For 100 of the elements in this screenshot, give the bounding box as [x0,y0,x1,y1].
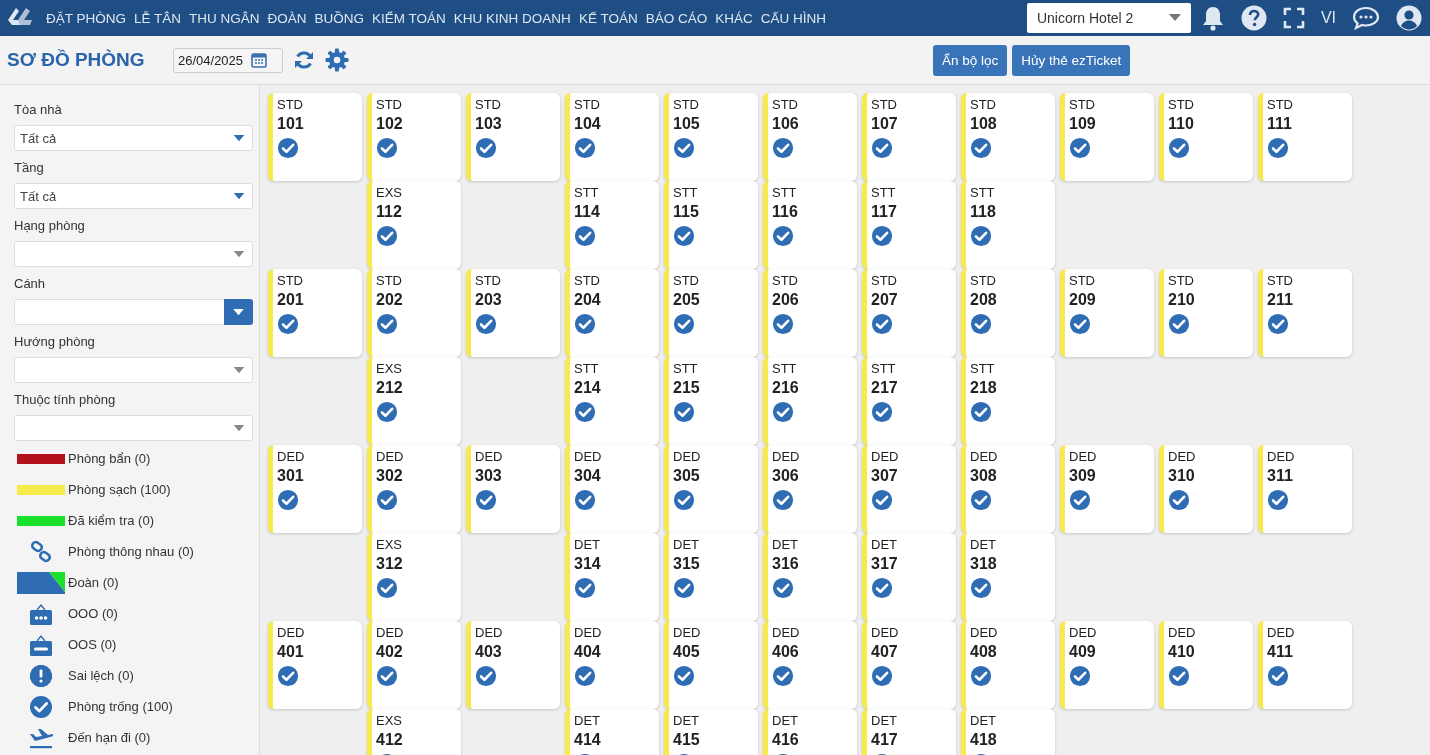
room-card[interactable]: DET 414 [565,709,659,755]
room-card[interactable]: STD 110 [1159,93,1253,181]
room-card[interactable]: DED 402 [367,621,461,709]
date-field[interactable]: 26/04/2025 [173,47,283,73]
room-card[interactable]: STD 105 [664,93,758,181]
select-field[interactable]: Tất cả [14,183,253,209]
room-card[interactable]: DET 318 [961,533,1055,621]
room-card[interactable]: STD 210 [1159,269,1253,357]
room-card[interactable]: DED 310 [1159,445,1253,533]
room-card[interactable]: STT 217 [862,357,956,445]
room-card[interactable]: STD 106 [763,93,857,181]
room-card[interactable]: DED 304 [565,445,659,533]
room-card[interactable]: STD 102 [367,93,461,181]
settings-icon[interactable] [325,48,349,72]
dropdown-button[interactable] [224,299,253,325]
room-card[interactable]: STT 118 [961,181,1055,269]
room-card[interactable]: STT 215 [664,357,758,445]
room-card[interactable]: DED 303 [466,445,560,533]
menu-item[interactable]: KẾ TOÁN [578,10,638,26]
toolbar-button[interactable]: Ẩn bộ lọc [933,44,1008,76]
room-card[interactable]: DED 401 [268,621,362,709]
bell-icon[interactable] [1200,5,1225,31]
select-field[interactable] [14,241,253,267]
hotel-select[interactable]: Unicorn Hotel 2 [1026,3,1191,33]
menu-item[interactable]: KHÁC [715,10,753,26]
room-number: 211 [1267,291,1294,309]
room-card[interactable]: DED 307 [862,445,956,533]
room-card[interactable]: DED 411 [1258,621,1352,709]
room-type: STD [1267,273,1294,288]
room-card[interactable]: DED 403 [466,621,560,709]
select-field[interactable]: Tất cả [14,125,253,151]
menu-item[interactable]: BUỒNG [314,10,365,26]
room-card[interactable]: DED 302 [367,445,461,533]
room-card[interactable]: DED 308 [961,445,1055,533]
room-card[interactable]: DED 305 [664,445,758,533]
room-card[interactable]: DED 306 [763,445,857,533]
room-card[interactable]: STD 202 [367,269,461,357]
menu-item[interactable]: BÁO CÁO [645,10,708,26]
room-card[interactable]: DET 418 [961,709,1055,755]
room-card[interactable]: STD 103 [466,93,560,181]
refresh-icon[interactable] [293,49,315,71]
room-card[interactable]: STD 211 [1258,269,1352,357]
room-card[interactable]: STT 218 [961,357,1055,445]
room-card[interactable]: STD 108 [961,93,1055,181]
room-card[interactable]: DED 301 [268,445,362,533]
select-field[interactable] [14,415,253,441]
menu-item[interactable]: KIỂM TOÁN [372,10,446,26]
select-field[interactable] [14,357,253,383]
room-card[interactable]: DET 317 [862,533,956,621]
room-card[interactable]: DED 408 [961,621,1055,709]
room-card[interactable]: EXS 412 [367,709,461,755]
menu-item[interactable]: THU NGÂN [189,10,260,26]
room-card[interactable]: DED 405 [664,621,758,709]
menu-item[interactable]: CẤU HÌNH [760,10,826,26]
room-card[interactable]: STD 203 [466,269,560,357]
room-card[interactable]: DET 417 [862,709,956,755]
help-icon[interactable] [1240,5,1267,31]
room-card[interactable]: STT 117 [862,181,956,269]
room-card[interactable]: STD 104 [565,93,659,181]
room-card[interactable]: EXS 112 [367,181,461,269]
room-card[interactable]: STD 205 [664,269,758,357]
room-card[interactable]: STT 116 [763,181,857,269]
room-card[interactable]: STD 111 [1258,93,1352,181]
room-card[interactable]: DET 314 [565,533,659,621]
room-card[interactable]: DET 315 [664,533,758,621]
room-card[interactable]: STD 101 [268,93,362,181]
room-card[interactable]: DED 404 [565,621,659,709]
room-card[interactable]: STT 214 [565,357,659,445]
room-card[interactable]: DED 309 [1060,445,1154,533]
room-card[interactable]: EXS 212 [367,357,461,445]
room-card[interactable]: STD 206 [763,269,857,357]
room-card[interactable]: STD 208 [961,269,1055,357]
room-card[interactable]: STD 201 [268,269,362,357]
menu-item[interactable]: ĐẶT PHÒNG [46,10,126,26]
room-card[interactable]: DED 410 [1159,621,1253,709]
room-card[interactable]: DET 316 [763,533,857,621]
room-card[interactable]: STD 204 [565,269,659,357]
room-card[interactable]: DED 311 [1258,445,1352,533]
menu-item[interactable]: ĐOÀN [267,10,307,26]
menu-item[interactable]: KHU KINH DOANH [453,10,571,26]
room-card[interactable]: DED 406 [763,621,857,709]
room-card[interactable]: STD 107 [862,93,956,181]
room-card[interactable]: STT 115 [664,181,758,269]
room-card[interactable]: DED 409 [1060,621,1154,709]
select-field[interactable] [14,299,253,325]
room-card[interactable]: STT 114 [565,181,659,269]
room-card[interactable]: DET 416 [763,709,857,755]
toolbar-button[interactable]: Hủy thẻ ezTicket [1012,44,1131,76]
room-card[interactable]: STT 216 [763,357,857,445]
room-card[interactable]: STD 109 [1060,93,1154,181]
room-card[interactable]: DET 415 [664,709,758,755]
room-type: DET [574,537,601,552]
room-card[interactable]: STD 207 [862,269,956,357]
room-card[interactable]: EXS 312 [367,533,461,621]
chat-icon[interactable] [1352,6,1380,30]
fullscreen-icon[interactable] [1282,7,1305,29]
menu-item[interactable]: LỄ TÂN [134,10,182,26]
room-card[interactable]: STD 209 [1060,269,1154,357]
room-card[interactable]: DED 407 [862,621,956,709]
user-icon[interactable] [1396,5,1422,31]
